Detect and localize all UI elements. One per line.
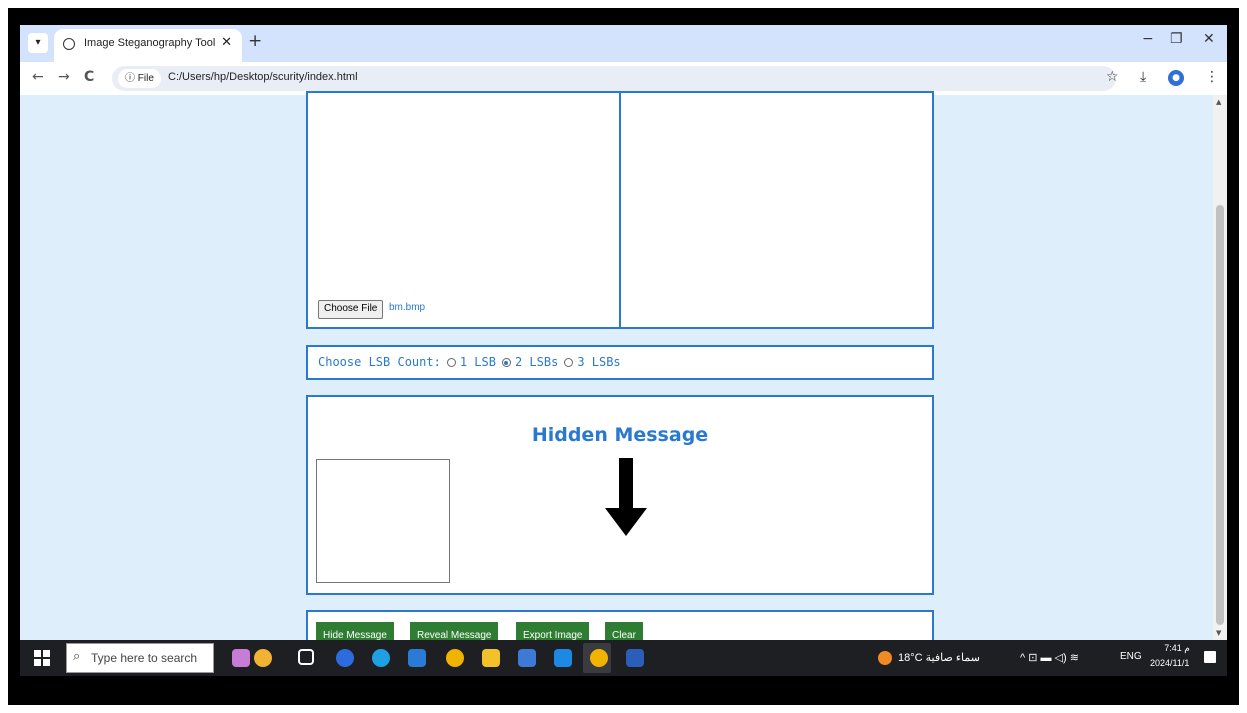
taskbar-search-box[interactable]: ⌕ Type here to search	[66, 643, 214, 673]
weather-text[interactable]: 18°C سماء صافية	[898, 651, 980, 664]
search-placeholder: Type here to search	[91, 651, 198, 665]
widget-fireworks-icon[interactable]	[254, 649, 272, 667]
menu-icon[interactable]: ⋮	[1205, 69, 1219, 85]
url-text[interactable]: C:/Users/hp/Desktop/scurity/index.html	[168, 71, 358, 83]
scroll-down-icon[interactable]: ▼	[1216, 629, 1221, 637]
search-icon: ⌕	[73, 649, 81, 664]
page-content: Choose File bm.bmp Choose LSB Count: 1 LS…	[20, 91, 1213, 659]
mail-icon[interactable]	[408, 649, 426, 667]
lsb-label: Choose LSB Count:	[318, 355, 441, 369]
radio-1-lsb-label[interactable]: 1 LSB	[460, 355, 496, 369]
zoom-icon[interactable]	[336, 649, 354, 667]
notification-icon[interactable]	[1204, 651, 1216, 663]
edge-icon[interactable]	[372, 649, 390, 667]
chrome-icon[interactable]	[446, 649, 464, 667]
close-window-button[interactable]: ✕	[1203, 31, 1215, 47]
chrome-running-icon[interactable]	[590, 649, 608, 667]
scroll-up-icon[interactable]: ▲	[1216, 98, 1221, 106]
language-indicator[interactable]: ENG	[1120, 651, 1142, 662]
address-bar[interactable]: ⓘ File C:/Users/hp/Desktop/scurity/index…	[112, 66, 1116, 91]
browser-window: ▾ Image Steganography Tool ✕ + − ❐ ✕ ← →…	[20, 25, 1227, 676]
lsb-selector: Choose LSB Count: 1 LSB 2 LSBs 3 LSBs	[318, 355, 621, 369]
hidden-message-textarea[interactable]	[316, 459, 450, 583]
annotation-arrow-icon	[605, 458, 647, 536]
radio-3-lsbs-label[interactable]: 3 LSBs	[577, 355, 620, 369]
lsb-count-panel: Choose LSB Count: 1 LSB 2 LSBs 3 LSBs	[306, 345, 934, 380]
clock-date[interactable]: 2024/11/1	[1150, 658, 1189, 668]
windows-taskbar: ⌕ Type here to search 18°C سماء صافية ^ …	[20, 640, 1227, 676]
radio-2-lsbs[interactable]	[501, 358, 511, 367]
task-view-icon[interactable]	[298, 649, 314, 665]
tab-active[interactable]: Image Steganography Tool ✕	[54, 29, 242, 62]
scrollbar-thumb[interactable]	[1216, 205, 1224, 625]
tab-strip: ▾ Image Steganography Tool ✕ + − ❐ ✕	[20, 25, 1227, 62]
weather-icon	[878, 651, 892, 665]
result-image-panel	[619, 91, 934, 329]
tab-close-icon[interactable]: ✕	[221, 35, 232, 50]
forward-button[interactable]: →	[58, 69, 70, 85]
cover-image-panel: Choose File bm.bmp	[306, 91, 623, 329]
tab-title: Image Steganography Tool	[84, 37, 216, 49]
download-icon[interactable]: ⤓	[1140, 69, 1146, 85]
word-icon[interactable]	[626, 649, 644, 667]
star-icon[interactable]: ☆	[1106, 69, 1119, 85]
restore-button[interactable]: ❐	[1170, 31, 1183, 47]
page-scrollbar[interactable]: ▲ ▼	[1213, 95, 1227, 640]
globe-icon	[63, 38, 75, 50]
windows-start-icon[interactable]	[34, 650, 50, 666]
radio-2-lsbs-label[interactable]: 2 LSBs	[515, 355, 558, 369]
choose-file-button[interactable]: Choose File	[318, 300, 384, 319]
radio-1-lsb[interactable]	[446, 358, 456, 367]
tab-search-button[interactable]: ▾	[28, 33, 48, 53]
site-info-chip[interactable]: ⓘ File	[118, 69, 161, 88]
profile-icon[interactable]: ●	[1168, 70, 1184, 86]
clock-time[interactable]: 7:41 م	[1158, 643, 1196, 654]
reload-button[interactable]: C	[84, 69, 94, 85]
back-button[interactable]: ←	[32, 69, 44, 85]
chosen-file-name: bm.bmp	[389, 302, 426, 313]
tray-icons[interactable]: ^ ⊡ ▬ ◁) ≋	[1020, 651, 1079, 664]
widget-lamp-icon[interactable]	[232, 649, 250, 667]
minimize-button[interactable]: −	[1142, 31, 1154, 47]
radio-3-lsbs[interactable]	[564, 358, 574, 367]
store-icon[interactable]	[518, 649, 536, 667]
hidden-message-title: Hidden Message	[531, 424, 709, 446]
vscode-icon[interactable]	[554, 649, 572, 667]
file-explorer-icon[interactable]	[482, 649, 500, 667]
new-tab-button[interactable]: +	[248, 31, 262, 51]
